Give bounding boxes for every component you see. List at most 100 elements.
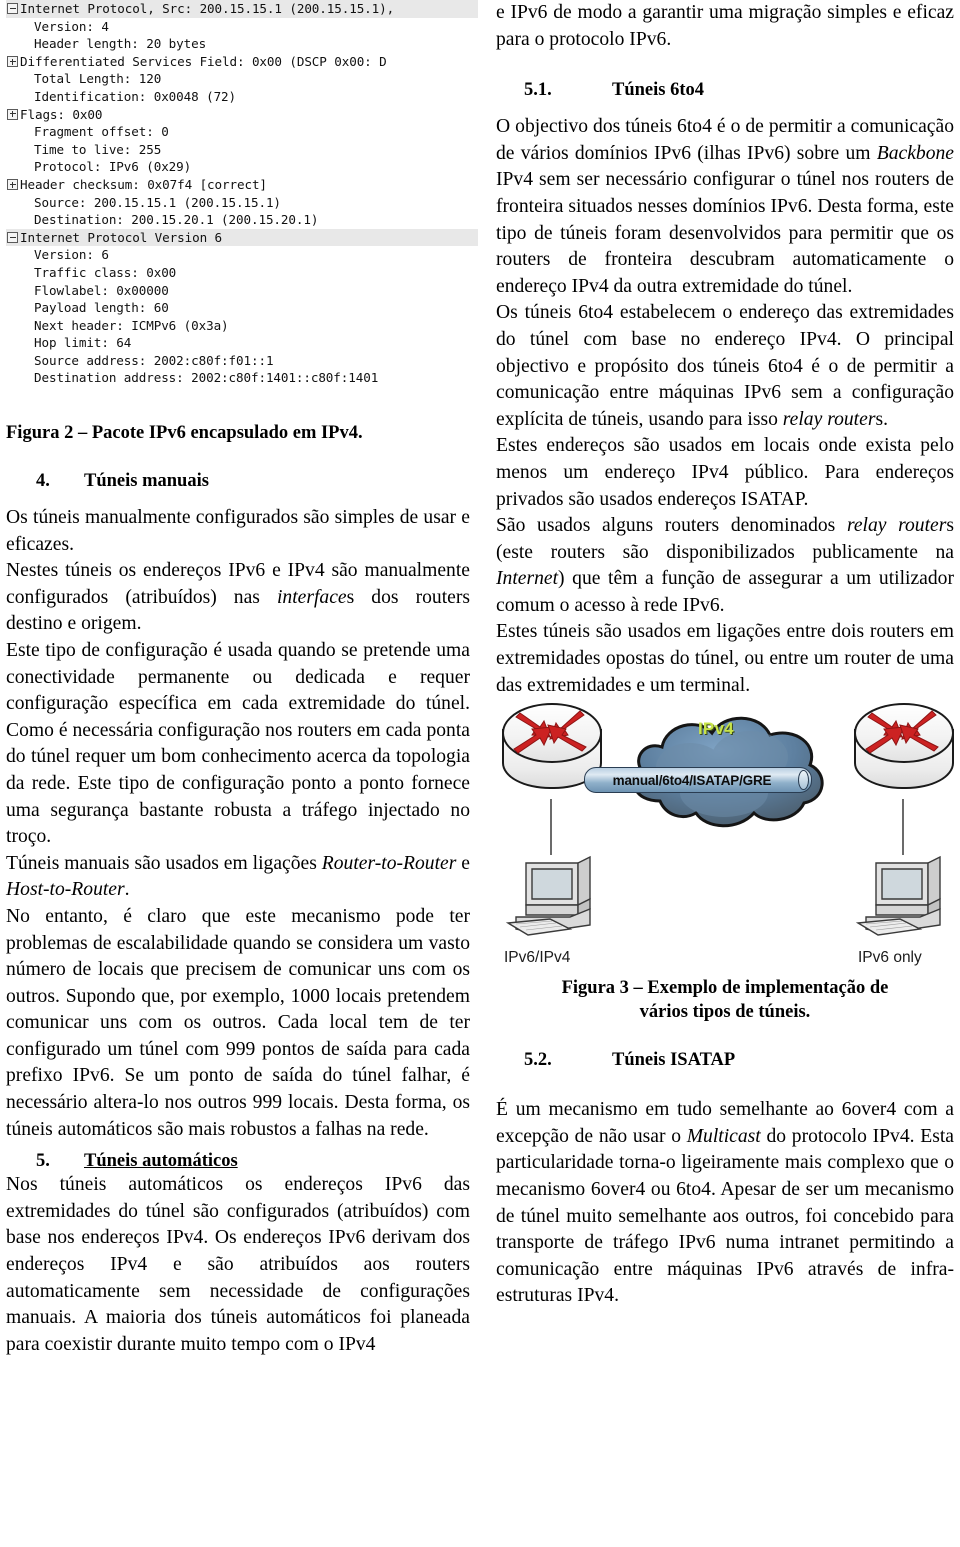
italic-internet: Internet — [496, 568, 559, 590]
packet-detail-row[interactable]: Traffic class: 0x00 — [6, 264, 478, 282]
router-arrows-icon — [865, 710, 939, 754]
italic-router-to-router: Router-to-Router — [321, 852, 457, 874]
router-arrows-icon — [513, 710, 587, 754]
tree-expand-plus-icon[interactable] — [6, 179, 18, 191]
section-5-2-number: 5.2. — [524, 1050, 552, 1071]
paragraph-config-type: Este tipo de configuração é usada quando… — [6, 639, 470, 848]
packet-detail-row[interactable]: Version: 6 — [6, 246, 478, 264]
paragraph-public-addresses: Estes endereços são usados em locais ond… — [496, 435, 954, 510]
section-4-title: Túneis manuais — [84, 471, 209, 491]
tree-collapse-minus-icon[interactable] — [6, 232, 18, 244]
italic-interface: interface — [276, 586, 347, 608]
packet-detail-row[interactable]: Total Length: 120 — [6, 70, 478, 88]
packet-detail-row[interactable]: Differentiated Services Field: 0x00 (DSC… — [6, 53, 478, 71]
packet-detail-row[interactable]: Destination: 200.15.20.1 (200.15.20.1) — [6, 211, 478, 229]
packet-detail-text: Source: 200.15.15.1 (200.15.15.1) — [34, 194, 281, 210]
section-5-2-heading: 5.2. Túneis ISATAP — [524, 1049, 954, 1071]
packet-detail-row[interactable]: Version: 4 — [6, 18, 478, 36]
packet-detail-text: Fragment offset: 0 — [34, 124, 169, 140]
section-5-2-heading-wrap: 5.2. Túneis ISATAP — [496, 1049, 954, 1071]
text-run: ) que têm a função de assegurar a um uti… — [496, 568, 954, 616]
packet-detail-text: Total Length: 120 — [34, 71, 162, 87]
packet-detail-text: Flags: 0x00 — [20, 106, 103, 122]
wireshark-packet-detail-figure: Internet Protocol, Src: 200.15.15.1 (200… — [6, 0, 478, 420]
packet-detail-row[interactable]: Protocol: IPv6 (0x29) — [6, 158, 478, 176]
packet-detail-row[interactable]: Destination address: 2002:c80f:1401::c80… — [6, 369, 478, 387]
packet-detail-row[interactable]: Hop limit: 64 — [6, 334, 478, 352]
packet-detail-text: Internet Protocol, Src: 200.15.15.1 (200… — [20, 1, 395, 16]
packet-detail-row[interactable]: Header length: 20 bytes — [6, 35, 478, 53]
packet-detail-text: Internet Protocol Version 6 — [20, 229, 223, 245]
section-4-heading: 4. Túneis manuais — [36, 470, 470, 492]
plus-box-icon[interactable] — [7, 179, 18, 191]
packet-detail-text: Destination: 200.15.20.1 (200.15.20.1) — [34, 212, 319, 228]
left-column: Internet Protocol, Src: 200.15.15.1 (200… — [0, 0, 478, 1547]
packet-detail-row[interactable]: Internet Protocol Version 6 — [6, 228, 478, 247]
packet-detail-row[interactable]: Fragment offset: 0 — [6, 123, 478, 141]
packet-detail-text: Differentiated Services Field: 0x00 (DSC… — [20, 53, 387, 69]
minus-box-icon[interactable] — [7, 3, 18, 15]
packet-detail-row[interactable]: Flowlabel: 0x00000 — [6, 282, 478, 300]
tree-expand-plus-icon[interactable] — [6, 56, 18, 68]
packet-detail-row[interactable]: Source: 200.15.15.1 (200.15.15.1) — [6, 194, 478, 212]
italic-multicast: Multicast — [686, 1125, 761, 1147]
paragraph-tunnel-usage: Estes túneis são usados em ligações entr… — [496, 621, 954, 696]
paragraph-isatap: É um mecanismo em tudo semelhante ao 6ov… — [496, 1097, 954, 1310]
section-4-number: 4. — [36, 471, 50, 491]
packet-detail-text: Hop limit: 64 — [34, 335, 132, 351]
computer-icon — [505, 856, 591, 936]
packet-detail-row[interactable]: Next header: ICMPv6 (0x3a) — [6, 317, 478, 335]
italic-host-to-router: Host-to-Router — [6, 879, 125, 901]
text-run: e — [456, 852, 470, 874]
packet-detail-row[interactable]: Identification: 0x0048 (72) — [6, 88, 478, 106]
packet-detail-row[interactable]: Flags: 0x00 — [6, 106, 478, 124]
text-run: São usados alguns routers denominados — [496, 515, 847, 537]
packet-detail-row[interactable]: Time to live: 255 — [6, 141, 478, 159]
packet-detail-text: Header checksum: 0x07f4 [correct] — [20, 176, 267, 192]
packet-detail-text: Flowlabel: 0x00000 — [34, 282, 169, 298]
figure3-caption-line1: Figura 3 – Exemplo de implementação de — [561, 978, 889, 999]
tunnel-pipe: manual/6to4/ISATAP/GRE — [584, 767, 812, 794]
packet-detail-row[interactable]: Header checksum: 0x07f4 [correct] — [6, 176, 478, 194]
tunnel-pipe-end-cap — [798, 769, 809, 790]
packet-detail-row[interactable]: Source address: 2002:c80f:f01::1 — [6, 352, 478, 370]
link-line-left — [550, 799, 552, 856]
section-5-2-title: Túneis ISATAP — [612, 1050, 736, 1071]
packet-detail-text: Identification: 0x0048 (72) — [34, 88, 237, 104]
computer-icon — [855, 856, 941, 936]
section-4-heading-wrap: 4. Túneis manuais — [6, 470, 470, 492]
italic-relay-router-2: relay router — [846, 515, 947, 537]
minus-box-icon[interactable] — [7, 232, 18, 244]
paragraph-manual-addresses: Nestes túneis os endereços IPv6 e IPv4 s… — [6, 558, 470, 638]
paragraph-6to4-addresses: Os túneis 6to4 estabelecem o endereço da… — [496, 300, 954, 433]
host-right-label: IPv6 only — [858, 949, 922, 967]
tree-collapse-minus-icon[interactable] — [6, 3, 18, 15]
paragraph-scalability: No entanto, é claro que este mecanismo p… — [6, 905, 470, 1140]
packet-detail-row[interactable]: Internet Protocol, Src: 200.15.15.1 (200… — [6, 0, 478, 18]
plus-box-icon[interactable] — [7, 108, 18, 120]
paragraph-automatic-tunnels: Nos túneis automáticos os endereços IPv6… — [6, 1174, 470, 1355]
packet-detail-row[interactable]: Payload length: 60 — [6, 299, 478, 317]
section-5-1-heading: 5.1. Túneis 6to4 — [524, 79, 954, 101]
tree-expand-plus-icon[interactable] — [6, 108, 18, 120]
italic-backbone: Backbone — [876, 142, 954, 164]
packet-detail-text: Traffic class: 0x00 — [34, 264, 177, 280]
text-run: s. — [875, 408, 888, 430]
section-5-number: 5. — [36, 1151, 50, 1172]
packet-detail-text: Header length: 20 bytes — [34, 36, 207, 52]
tunnel-pipe-label: manual/6to4/ISATAP/GRE — [612, 772, 772, 788]
document-page: Internet Protocol, Src: 200.15.15.1 (200… — [0, 0, 960, 1547]
ipv4-cloud-label: IPv4 — [698, 719, 734, 739]
paragraph-continued-top: e IPv6 de modo a garantir uma migração s… — [496, 2, 954, 50]
section-5-title: Túneis automáticos — [84, 1151, 238, 1172]
text-run: . — [124, 879, 130, 901]
plus-box-icon[interactable] — [7, 56, 18, 68]
text-run: do protocolo IPv4. Esta particularidade … — [496, 1125, 954, 1307]
